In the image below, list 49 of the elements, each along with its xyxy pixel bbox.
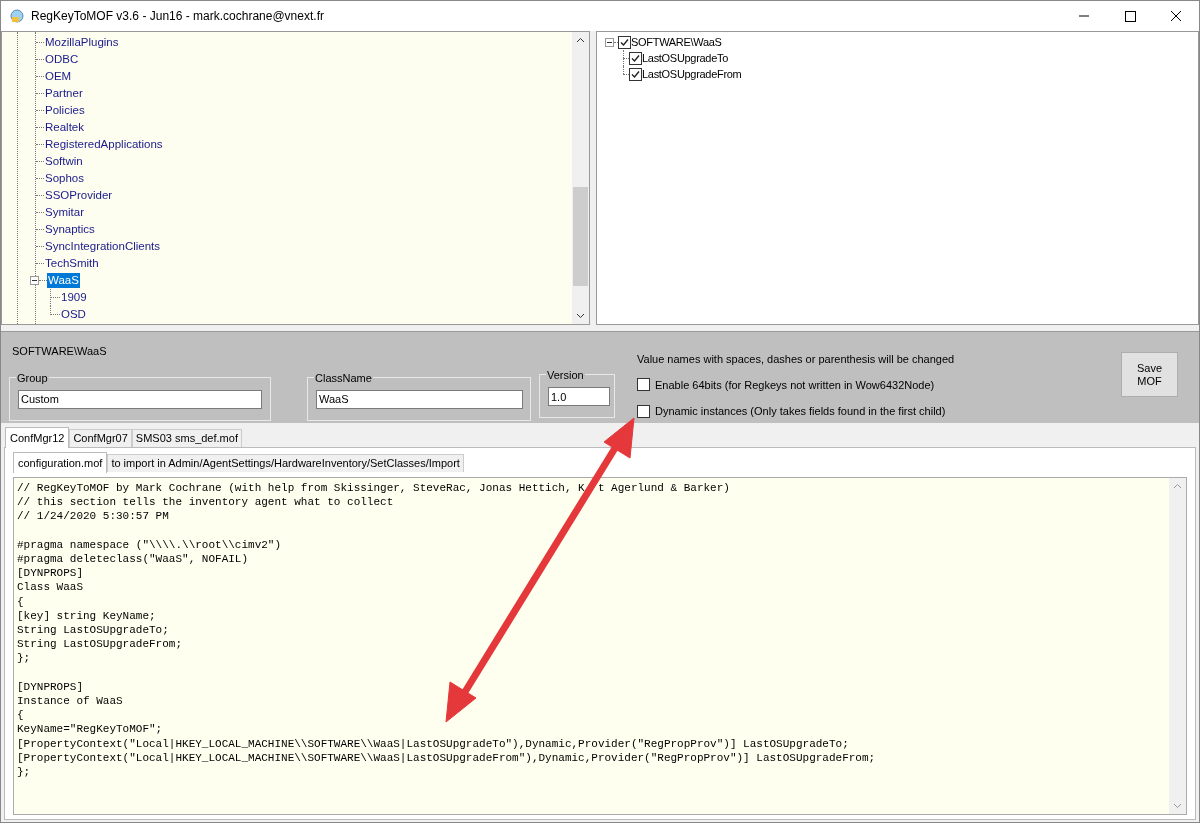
tab[interactable]: SMS03 sms_def.mof — [131, 429, 242, 447]
checkbox[interactable] — [637, 404, 650, 418]
checkbox[interactable] — [637, 378, 650, 392]
tree-item[interactable]: Policies — [44, 103, 86, 118]
tree-item[interactable]: OSD — [60, 305, 87, 324]
tree-item[interactable]: Synaptics — [44, 222, 96, 237]
checkbox[interactable] — [629, 51, 642, 65]
tree-item[interactable]: WaaS — [47, 273, 80, 288]
code-text: t Agerlund & Barker) — [597, 481, 730, 496]
tree-item[interactable]: SyncIntegrationClients — [44, 239, 162, 254]
tree-item[interactable]: TechSmith — [44, 256, 100, 271]
tree-item[interactable]: Sophos — [44, 171, 85, 186]
tree-item[interactable]: LastOSUpgradeTo — [642, 49, 728, 67]
text-field[interactable]: Custom — [18, 389, 262, 409]
code-text: [DYNPROPS] Instance of WaaS { KeyName="RegKeyToMOF"; [PropertyContext("Local|HKEY_LOCAL_MACHINE\\SOFTWARE\\WaaS|LastOSUpgradeTo"),Dynamic,Provider("RegPropProv")] LastOSUpgradeTo; [PropertyContext("Local|HKEY_LOCAL_MACHINE\\SOFTWARE\\WaaS|LastOSUpgradeFrom"),Dynamic,Provider("RegPropProv")] LastOSUpgradeFrom; }; — [17, 679, 877, 780]
tree-item[interactable]: Realtek — [44, 120, 85, 135]
checkbox-label: Enable 64bits (for Regkeys not written in Wow6432Node) — [655, 377, 935, 393]
tab[interactable]: ConfMgr12 — [5, 427, 70, 448]
scrollbar[interactable] — [572, 32, 589, 324]
tree-item[interactable]: Softwin — [44, 154, 84, 169]
tree-item[interactable]: 1909 — [60, 288, 88, 307]
tree-item[interactable]: OEM — [44, 69, 73, 84]
window-title: RegKeyToMOF v3.6 - Jun16 - mark.cochrane@vnext.fr — [31, 8, 324, 25]
checkbox[interactable] — [618, 35, 631, 49]
save-mof-button[interactable]: Save MOF — [1121, 352, 1178, 397]
text-field[interactable]: 1.0 — [548, 387, 610, 406]
tab[interactable]: configuration.mof — [13, 452, 108, 473]
code-text: #pragma namespace ("\\\\.\\root\\cimv2") #pragma deleteclass("WaaS", NOFAIL) [DYNPROPS] Class WaaS { [key] string KeyName; String LastOSUpgradeTo; String LastOSUpgradeFrom; }; — [17, 537, 283, 666]
notice-text: Value names with spaces, dashes or parenthesis will be changed — [637, 352, 955, 367]
tab[interactable]: ConfMgr07 — [69, 429, 132, 447]
tree-item[interactable]: SOFTWARE\WaaS — [631, 33, 722, 51]
app-icon — [9, 8, 25, 24]
key-path-label: SOFTWARE\WaaS — [12, 344, 108, 359]
code-text: // RegKeyToMOF by Mark Cochrane (with help from Skissinger, SteveRac, Jonas Hettich, K — [17, 481, 585, 496]
code-text: // this section tells the inventory agent what to collect // 1/24/2020 5:30:57 PM — [17, 495, 395, 524]
tree-item[interactable]: RegisteredApplications — [44, 137, 164, 152]
checkbox-label: Dynamic instances (Only takes fields found in the first child) — [655, 404, 946, 419]
collapse-icon[interactable] — [30, 276, 39, 285]
checkbox[interactable] — [629, 67, 642, 81]
text-field[interactable]: WaaS — [316, 389, 523, 409]
tree-item[interactable]: Symitar — [44, 205, 85, 220]
tree-item[interactable]: ODBC — [44, 52, 80, 67]
tab[interactable]: to import in Admin/AgentSettings/HardwareInventory/SetClasses/Import — [107, 454, 464, 472]
collapse-icon[interactable] — [605, 37, 614, 47]
scroll-thumb[interactable] — [573, 187, 588, 286]
tree-item[interactable]: Partner — [44, 86, 84, 101]
tree-item[interactable]: MozillaPlugins — [44, 35, 120, 50]
tree-item[interactable]: SSOProvider — [44, 188, 114, 203]
tree-item[interactable]: LastOSUpgradeFrom — [642, 65, 742, 83]
